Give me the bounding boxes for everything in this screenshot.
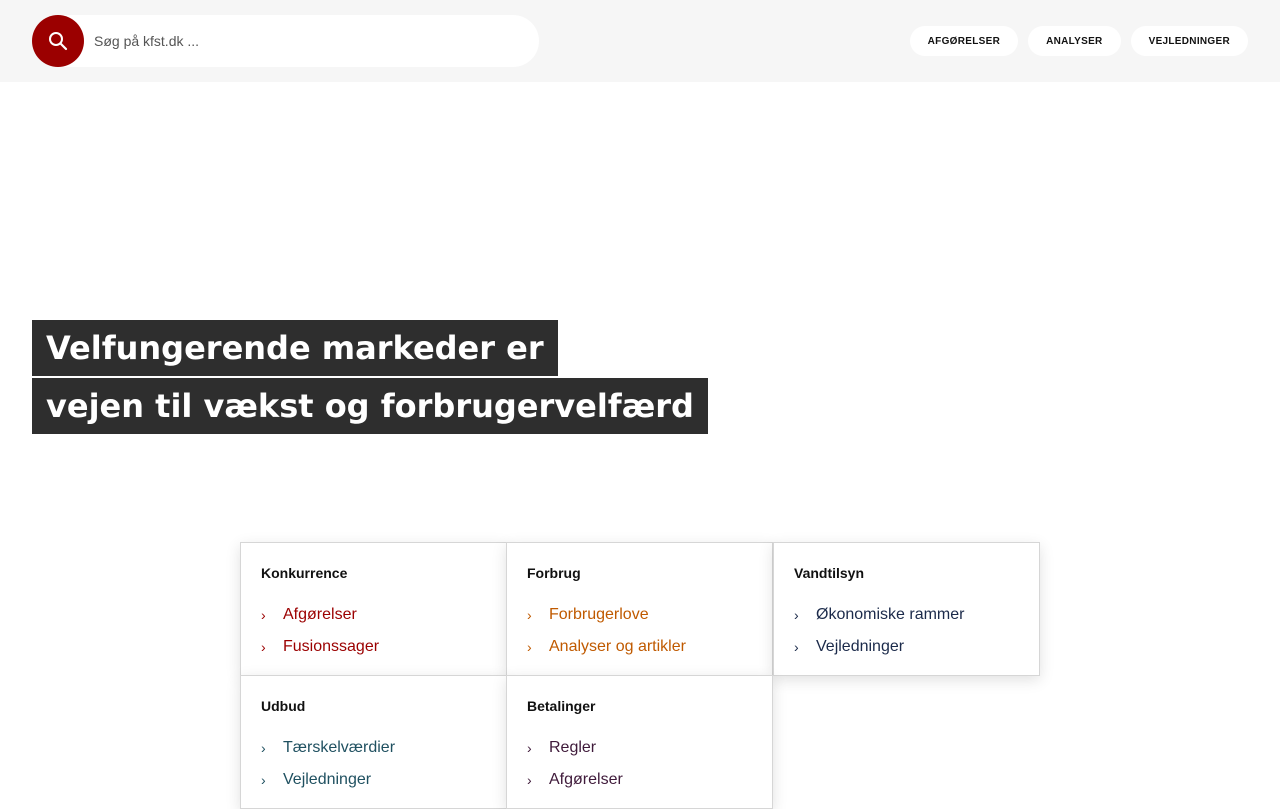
card-link-label: Afgørelser (283, 606, 357, 623)
nav-analyser-button[interactable]: ANALYSER (1028, 26, 1121, 56)
top-nav: AFGØRELSER ANALYSER VEJLEDNINGER (909, 26, 1248, 56)
card-link[interactable]: › Vejledninger (261, 764, 486, 796)
search-icon (49, 32, 68, 51)
chevron-right-icon: › (527, 740, 532, 756)
topic-card-udbud: Udbud › Tærskelværdier › Vejledninger (240, 675, 507, 809)
card-title: Vandtilsyn (794, 565, 865, 581)
nav-vejledninger-button[interactable]: VEJLEDNINGER (1130, 26, 1248, 56)
site-header: AFGØRELSER ANALYSER VEJLEDNINGER (0, 0, 1280, 82)
card-link[interactable]: › Økonomiske rammer (794, 599, 1019, 631)
card-link[interactable]: › Fusionssager (261, 631, 486, 663)
hero-line-1: Velfungerende markeder er (32, 320, 558, 376)
topic-card-forbrug: Forbrug › Forbrugerlove › Analyser og ar… (506, 542, 773, 676)
card-link[interactable]: › Afgørelser (527, 764, 752, 796)
card-link[interactable]: › Analyser og artikler (527, 631, 752, 663)
card-link[interactable]: › Afgørelser (261, 599, 486, 631)
card-link-label: Analyser og artikler (549, 638, 686, 655)
card-link[interactable]: › Tærskelværdier (261, 732, 486, 764)
search-bar (32, 15, 539, 67)
hero-line-2: vejen til vækst og forbrugervelfærd (32, 378, 708, 434)
card-link-label: Fusionssager (283, 638, 380, 655)
chevron-right-icon: › (794, 639, 799, 655)
card-title: Betalinger (527, 698, 596, 714)
card-link[interactable]: › Vejledninger (794, 631, 1019, 663)
chevron-right-icon: › (261, 639, 266, 655)
topic-card-vandtilsyn: Vandtilsyn › Økonomiske rammer › Vejledn… (773, 542, 1040, 676)
nav-afgoerelser-button[interactable]: AFGØRELSER (909, 26, 1019, 56)
card-link-label: Afgørelser (549, 771, 623, 788)
card-link[interactable]: › Regler (527, 732, 752, 764)
search-button[interactable] (32, 15, 84, 67)
card-link-label: Økonomiske rammer (816, 606, 965, 623)
card-link[interactable]: › Forbrugerlove (527, 599, 752, 631)
card-link-label: Forbrugerlove (549, 606, 649, 623)
search-input[interactable] (94, 15, 524, 67)
chevron-right-icon: › (261, 772, 266, 788)
chevron-right-icon: › (261, 607, 266, 623)
topic-card-betalinger: Betalinger › Regler › Afgørelser (506, 675, 773, 809)
chevron-right-icon: › (527, 772, 532, 788)
card-link-label: Tærskelværdier (283, 739, 396, 756)
card-link-label: Vejledninger (283, 771, 372, 788)
card-link-label: Vejledninger (816, 638, 905, 655)
hero-heading: Velfungerende markeder er vejen til væks… (32, 320, 708, 434)
card-link-label: Regler (549, 739, 597, 756)
topic-card-konkurrence: Konkurrence › Afgørelser › Fusionssager (240, 542, 507, 676)
card-title: Konkurrence (261, 565, 348, 581)
card-title: Udbud (261, 698, 306, 714)
chevron-right-icon: › (261, 740, 266, 756)
chevron-right-icon: › (527, 639, 532, 655)
card-title: Forbrug (527, 565, 581, 581)
chevron-right-icon: › (527, 607, 532, 623)
chevron-right-icon: › (794, 607, 799, 623)
